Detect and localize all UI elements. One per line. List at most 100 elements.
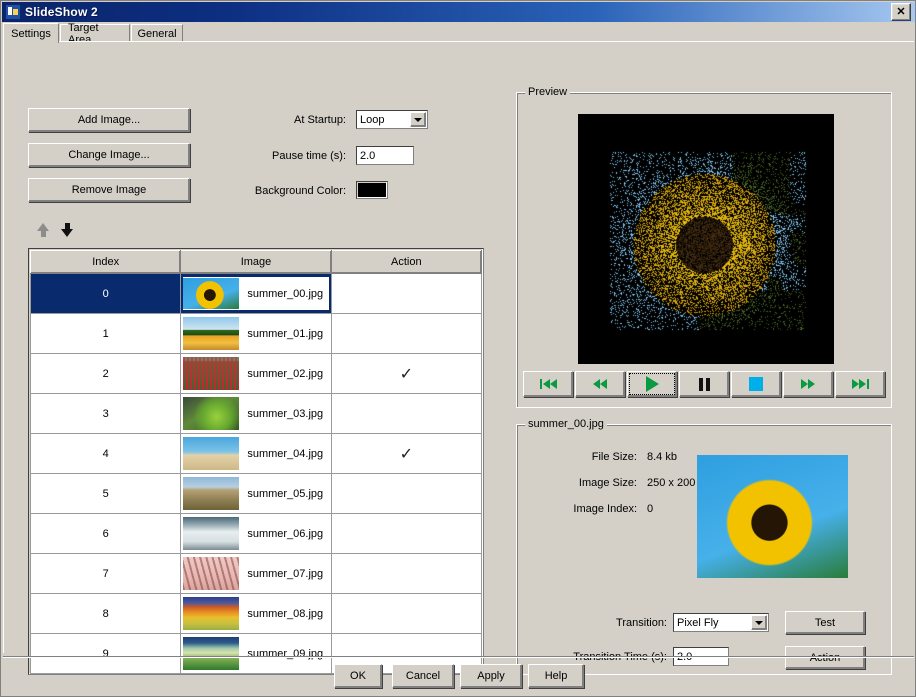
row-action-cell[interactable] (331, 514, 481, 554)
cancel-button[interactable]: Cancel (392, 664, 454, 688)
row-filename: summer_07.jpg (247, 568, 323, 580)
chevron-down-icon[interactable] (751, 615, 767, 630)
move-up-icon[interactable] (33, 223, 53, 243)
row-image-cell[interactable]: summer_04.jpg (181, 434, 331, 474)
tab-settings[interactable]: Settings (3, 23, 59, 43)
ok-button[interactable]: OK (334, 664, 382, 688)
column-header-index[interactable]: Index (31, 251, 181, 274)
pause-time-input[interactable]: 2.0 (356, 146, 414, 165)
fast-forward-button[interactable] (783, 371, 833, 397)
row-image-cell-inner: summer_06.jpg (181, 515, 330, 552)
rewind-icon (593, 379, 607, 389)
row-action-cell[interactable] (331, 554, 481, 594)
row-image-cell-inner: summer_09.jpg (181, 635, 330, 672)
table-row[interactable]: 2 summer_02.jpg ✓ (31, 354, 482, 394)
at-startup-select[interactable]: Loop (356, 110, 428, 129)
row-filename: summer_02.jpg (247, 368, 323, 380)
table-row[interactable]: 7 summer_07.jpg (31, 554, 482, 594)
row-filename: summer_01.jpg (247, 328, 323, 340)
table-row[interactable]: 8 summer_08.jpg (31, 594, 482, 634)
preview-group-title: Preview (525, 86, 570, 98)
play-icon (646, 376, 659, 392)
slideshow-dialog: SlideShow 2 ✕ Settings Target Area Gener… (0, 0, 916, 697)
play-button[interactable] (627, 371, 677, 397)
move-down-icon[interactable] (57, 223, 77, 243)
row-action-cell[interactable] (331, 594, 481, 634)
row-index-cell[interactable]: 8 (31, 594, 181, 634)
rewind-button[interactable] (575, 371, 625, 397)
row-image-cell[interactable]: summer_06.jpg (181, 514, 331, 554)
background-color-fill (358, 183, 386, 197)
table-row[interactable]: 5summer_05.jpg (31, 474, 482, 514)
row-index-cell[interactable]: 3 (31, 394, 181, 434)
table-row[interactable]: 6summer_06.jpg (31, 514, 482, 554)
row-thumbnail (183, 437, 239, 470)
row-index-cell[interactable]: 5 (31, 474, 181, 514)
row-image-cell[interactable]: summer_01.jpg (181, 314, 331, 354)
row-index-cell[interactable]: 0 (31, 274, 181, 314)
file-size-value: 8.4 kb (647, 451, 677, 463)
row-action-cell[interactable] (331, 394, 481, 434)
stop-button[interactable] (731, 371, 781, 397)
column-header-image[interactable]: Image (181, 251, 331, 274)
row-image-cell-inner: summer_01.jpg (181, 315, 330, 352)
test-button[interactable]: Test (785, 611, 865, 634)
row-image-cell[interactable]: summer_05.jpg (181, 474, 331, 514)
chevron-down-icon[interactable] (410, 112, 426, 127)
help-button[interactable]: Help (528, 664, 584, 688)
row-image-cell[interactable]: summer_09.jpg (181, 634, 331, 674)
table-row[interactable]: 1 summer_01.jpg (31, 314, 482, 354)
transition-select[interactable]: Pixel Fly (673, 613, 769, 632)
tab-target-area[interactable]: Target Area (60, 24, 130, 42)
table-row[interactable]: 3summer_03.jpg (31, 394, 482, 434)
table-row[interactable]: 4summer_04.jpg✓ (31, 434, 482, 474)
skip-back-button[interactable] (523, 371, 573, 397)
row-image-cell-inner: summer_07.jpg (181, 555, 330, 592)
row-image-cell-inner: summer_02.jpg (181, 355, 330, 392)
skip-forward-button[interactable] (835, 371, 885, 397)
row-index-cell[interactable]: 2 (31, 354, 181, 394)
row-action-cell[interactable] (331, 274, 481, 314)
row-image-cell-inner: summer_00.jpg (182, 276, 329, 311)
skip-backward-icon (540, 379, 557, 389)
apply-button[interactable]: Apply (460, 664, 522, 688)
row-image-cell[interactable]: summer_07.jpg (181, 554, 331, 594)
row-index-cell[interactable]: 9 (31, 634, 181, 674)
image-size-label: Image Size: (547, 477, 637, 489)
change-image-button[interactable]: Change Image... (28, 143, 190, 167)
background-color-swatch[interactable] (356, 181, 388, 199)
row-index-cell[interactable]: 6 (31, 514, 181, 554)
row-image-cell[interactable]: summer_03.jpg (181, 394, 331, 434)
row-action-cell[interactable]: ✓ (331, 434, 481, 474)
stop-icon (749, 377, 763, 391)
row-thumbnail (183, 477, 239, 510)
footer-divider-light (3, 657, 914, 658)
table-header-row: Index Image Action (31, 251, 482, 274)
row-index-cell[interactable]: 7 (31, 554, 181, 594)
row-index-cell[interactable]: 1 (31, 314, 181, 354)
tab-general[interactable]: General (131, 24, 183, 42)
row-image-cell[interactable]: summer_00.jpg (181, 274, 331, 314)
remove-image-button[interactable]: Remove Image (28, 178, 190, 202)
row-action-cell[interactable]: ✓ (331, 354, 481, 394)
row-image-cell[interactable]: summer_02.jpg (181, 354, 331, 394)
preview-image (578, 114, 834, 364)
column-header-action[interactable]: Action (331, 251, 481, 274)
close-icon[interactable]: ✕ (891, 3, 911, 21)
preview-canvas[interactable] (578, 114, 834, 364)
row-thumbnail (183, 637, 239, 670)
image-list-table[interactable]: Index Image Action 0summer_00.jpg1summer… (28, 248, 484, 675)
add-image-button[interactable]: Add Image... (28, 108, 190, 132)
row-image-cell[interactable]: summer_08.jpg (181, 594, 331, 634)
table-row[interactable]: 0summer_00.jpg (31, 274, 482, 314)
row-index-cell[interactable]: 4 (31, 434, 181, 474)
preview-group: Preview (516, 92, 892, 408)
row-filename: summer_08.jpg (247, 608, 323, 620)
row-action-cell[interactable] (331, 314, 481, 354)
skip-forward-icon (852, 379, 869, 389)
pause-button[interactable] (679, 371, 729, 397)
file-size-label: File Size: (547, 451, 637, 463)
row-image-cell-inner: summer_08.jpg (181, 595, 330, 632)
pause-time-label: Pause time (s): (226, 150, 346, 162)
row-action-cell[interactable] (331, 474, 481, 514)
